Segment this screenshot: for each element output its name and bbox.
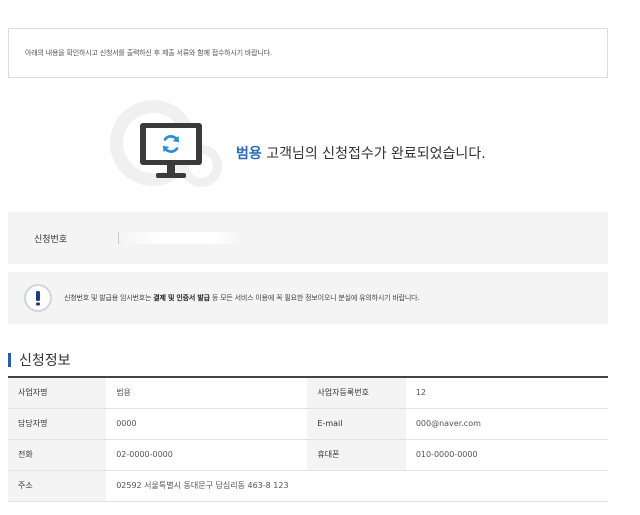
- completion-hero: 범용 고객님의 신청접수가 완료되었습니다.: [100, 95, 540, 195]
- application-number-value: [118, 232, 243, 244]
- business-reg-number-label: 사업자등록번호: [307, 377, 406, 409]
- manager-name-label: 담당자명: [8, 408, 107, 440]
- section-title: 신청정보: [8, 352, 71, 369]
- warning-notice: 신청번호 및 발급용 임시번호는 결제 및 인증서 발급 등 모든 서비스 이용…: [8, 272, 608, 324]
- email-label: E-mail: [307, 408, 406, 440]
- table-row: 전화 02-0000-0000 휴대폰 010-0000-0000: [8, 439, 608, 471]
- mobile-label: 휴대폰: [307, 439, 406, 471]
- application-info-table: 사업자명 범용 사업자등록번호 12 담당자명 0000 E-mail 000@…: [8, 376, 608, 502]
- customer-name: 범용: [236, 146, 262, 162]
- table-row: 담당자명 0000 E-mail 000@naver.com: [8, 408, 608, 440]
- business-name-value: 범용: [106, 377, 308, 409]
- notice-text: 아래의 내용을 확인하시고 신청서를 출력하신 후 제출 서류와 함께 접수하시…: [25, 49, 272, 57]
- refresh-icon: [162, 135, 180, 153]
- section-title-bar: [8, 353, 11, 367]
- table-row: 주소 02592 서울특별시 동대문구 답십리동 463-8 123: [8, 470, 608, 502]
- completion-message: 범용 고객님의 신청접수가 완료되었습니다.: [236, 143, 486, 163]
- phone-label: 전화: [8, 439, 107, 471]
- application-number-row: 신청번호: [8, 212, 608, 264]
- phone-value: 02-0000-0000: [106, 439, 308, 471]
- exclamation-icon: [24, 284, 52, 312]
- warning-text-prefix: 신청번호 및 발급용 임시번호는: [64, 294, 154, 302]
- address-label: 주소: [8, 470, 107, 502]
- email-value: 000@naver.com: [405, 408, 608, 440]
- completion-message-text: 고객님의 신청접수가 완료되었습니다.: [261, 146, 486, 162]
- warning-text: 신청번호 및 발급용 임시번호는 결제 및 인증서 발급 등 모든 서비스 이용…: [64, 293, 420, 303]
- manager-name-value: 0000: [106, 408, 308, 440]
- table-row: 사업자명 범용 사업자등록번호 12: [8, 377, 608, 409]
- mobile-value: 010-0000-0000: [405, 439, 608, 471]
- section-title-text: 신청정보: [19, 353, 71, 369]
- warning-text-emphasis: 결제 및 인증서 발급: [153, 294, 210, 302]
- warning-text-suffix: 등 모든 서비스 이용에 꼭 필요한 정보이오니 분실에 유의하시기 바랍니다.: [209, 294, 420, 302]
- application-number-label: 신청번호: [34, 234, 68, 245]
- business-name-label: 사업자명: [8, 377, 107, 409]
- address-value: 02592 서울특별시 동대문구 답십리동 463-8 123: [106, 470, 608, 502]
- business-reg-number-value: 12: [405, 377, 608, 409]
- refresh-monitor-icon: [140, 123, 202, 181]
- notice-box: 아래의 내용을 확인하시고 신청서를 출력하신 후 제출 서류와 함께 접수하시…: [8, 28, 608, 78]
